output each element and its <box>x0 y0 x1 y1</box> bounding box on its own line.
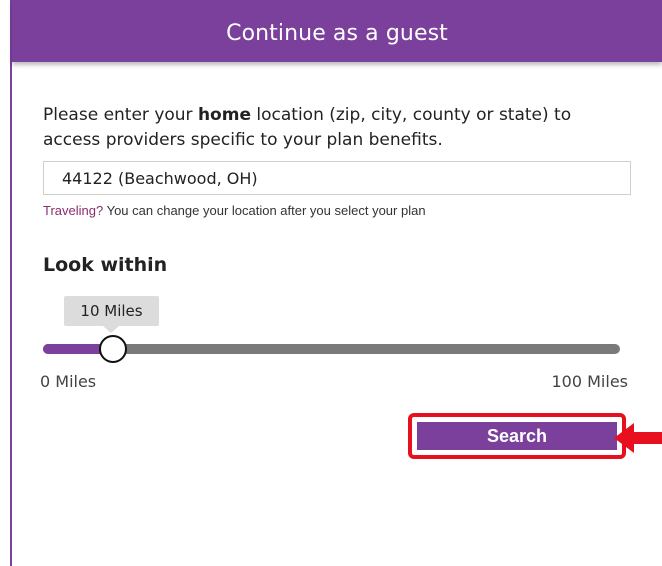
traveling-link[interactable]: Traveling? <box>43 203 103 218</box>
location-input[interactable] <box>43 161 631 195</box>
traveling-note-text: You can change your location after you s… <box>103 203 426 218</box>
radius-value-tooltip: 10 Miles <box>64 296 159 326</box>
panel-title: Continue as a guest <box>226 20 448 46</box>
traveling-note: Traveling? You can change your location … <box>43 203 426 218</box>
radius-slider-track[interactable] <box>43 344 620 354</box>
red-arrow-icon <box>614 423 662 453</box>
slider-min-label: 0 Miles <box>40 372 97 391</box>
radius-slider-handle[interactable] <box>98 335 127 363</box>
guest-location-panel: Continue as a guest Please enter your ho… <box>0 0 662 566</box>
panel-left-border <box>10 0 12 566</box>
slider-max-label: 100 Miles <box>551 372 629 391</box>
instructions-bold-word: home <box>197 105 251 125</box>
look-within-heading: Look within <box>43 254 168 276</box>
panel-header: Continue as a guest <box>12 0 662 62</box>
search-button[interactable]: Search <box>417 422 617 450</box>
instructions-text-start: Please enter your <box>43 105 198 125</box>
tooltip-pointer <box>103 326 119 333</box>
location-instructions: Please enter your home location (zip, ci… <box>43 103 623 153</box>
